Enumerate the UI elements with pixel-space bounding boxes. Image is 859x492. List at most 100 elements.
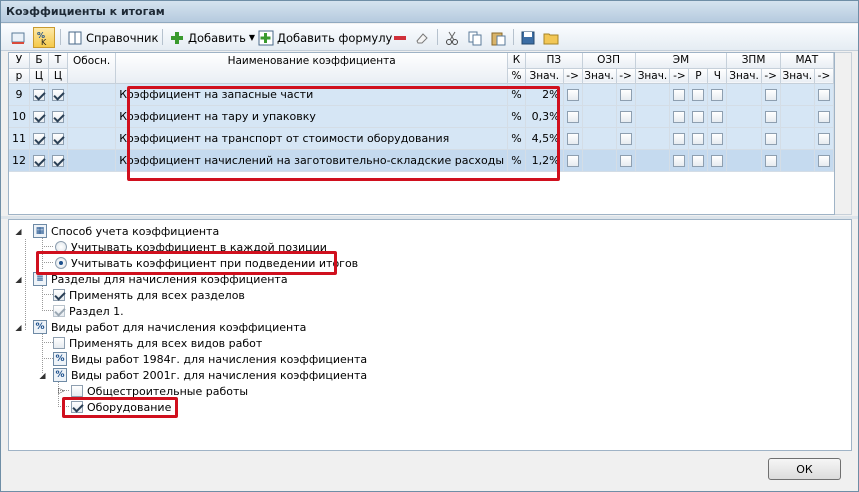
pz-arrow-checkbox[interactable]: [566, 132, 579, 145]
clear-button[interactable]: [411, 27, 433, 48]
mat-value-cell[interactable]: [780, 83, 815, 106]
paste-button[interactable]: [487, 27, 509, 48]
em-p-checkbox[interactable]: [692, 154, 705, 167]
col-k-header[interactable]: К: [507, 53, 526, 69]
ozp-arrow-checkbox[interactable]: [619, 132, 632, 145]
ozp-arrow-checkbox[interactable]: [619, 88, 632, 101]
reference-button[interactable]: Справочник: [64, 27, 161, 48]
collapse-arrow-icon[interactable]: ◢: [14, 323, 23, 332]
em-arrow-checkbox[interactable]: [673, 110, 686, 123]
basis-cell[interactable]: [67, 127, 117, 150]
ozp-value-cell[interactable]: [582, 83, 617, 106]
checkbox[interactable]: [71, 385, 83, 397]
edit-button[interactable]: [7, 27, 29, 48]
mat-value-cell[interactable]: [780, 127, 815, 150]
ozp-arrow-checkbox[interactable]: [619, 110, 632, 123]
em-ch-checkbox[interactable]: [711, 132, 724, 145]
b-checkbox[interactable]: [33, 110, 45, 123]
ozp-arrow-checkbox[interactable]: [619, 154, 632, 167]
b-checkbox[interactable]: [33, 132, 45, 145]
pz-arrow-checkbox[interactable]: [566, 154, 579, 167]
checkbox-label: Общестроительные работы: [87, 384, 249, 398]
zpm-value-cell[interactable]: [726, 127, 762, 150]
checkbox[interactable]: [53, 289, 65, 301]
toolbar: % K Справочник Добавить ▼ Добавить формул…: [1, 24, 858, 51]
checkbox-all-worktypes[interactable]: Применять для всех видов работ: [53, 335, 262, 351]
mat-value-cell[interactable]: [780, 105, 815, 128]
col-ozp-header[interactable]: ОЗП: [582, 53, 636, 69]
pz-arrow-checkbox[interactable]: [566, 88, 579, 101]
em-value-cell[interactable]: [635, 105, 671, 128]
em-ch-checkbox[interactable]: [711, 110, 724, 123]
em-value-cell[interactable]: [635, 83, 671, 106]
ozp-value-cell[interactable]: [582, 127, 617, 150]
em-value-cell[interactable]: [635, 149, 671, 172]
em-p-checkbox[interactable]: [692, 110, 705, 123]
zpm-arrow-checkbox[interactable]: [764, 132, 777, 145]
ok-button[interactable]: ОК: [768, 458, 841, 480]
col-basis-header[interactable]: Обосн.: [67, 53, 117, 84]
t-checkbox[interactable]: [52, 154, 64, 167]
em-ch-checkbox[interactable]: [711, 154, 724, 167]
zpm-arrow-checkbox[interactable]: [764, 88, 777, 101]
em-value-cell[interactable]: [635, 127, 671, 150]
add-formula-button[interactable]: Добавить формулу: [255, 27, 395, 48]
add-button[interactable]: Добавить ▼: [166, 27, 258, 48]
checkbox[interactable]: [53, 337, 65, 349]
mat-arrow-checkbox[interactable]: [817, 154, 830, 167]
basis-cell[interactable]: [67, 83, 117, 106]
collapse-arrow-icon[interactable]: ◢: [14, 227, 23, 236]
t-checkbox[interactable]: [52, 88, 64, 101]
tree-node-worktypes-1984[interactable]: % Виды работ 1984г. для начисления коэфф…: [53, 351, 367, 367]
zpm-value-cell[interactable]: [726, 105, 762, 128]
em-arrow-checkbox[interactable]: [673, 132, 686, 145]
zpm-value-cell[interactable]: [726, 83, 762, 106]
grid-scrollbar[interactable]: [835, 52, 852, 215]
tree-node-worktypes-2001[interactable]: % Виды работ 2001г. для начисления коэфф…: [53, 367, 367, 383]
em-arrow-checkbox[interactable]: [673, 88, 686, 101]
basis-cell[interactable]: [67, 105, 117, 128]
em-arrow-checkbox[interactable]: [673, 154, 686, 167]
mat-arrow-checkbox[interactable]: [817, 88, 830, 101]
ozp-value-cell[interactable]: [582, 149, 617, 172]
zpm-value-cell[interactable]: [726, 149, 762, 172]
delete-button[interactable]: [389, 27, 411, 48]
percent-coef-toggle[interactable]: % K: [33, 27, 55, 48]
basis-cell[interactable]: [67, 149, 117, 172]
em-p-checkbox[interactable]: [692, 88, 705, 101]
zpm-arrow-checkbox[interactable]: [764, 154, 777, 167]
save-button[interactable]: [517, 27, 539, 48]
checkbox[interactable]: [53, 305, 65, 317]
col-u-header[interactable]: У: [9, 53, 30, 69]
col-mat-header[interactable]: МАТ: [780, 53, 834, 69]
b-checkbox[interactable]: [33, 88, 45, 101]
col-pz-header[interactable]: ПЗ: [525, 53, 583, 69]
mat-arrow-checkbox[interactable]: [817, 110, 830, 123]
col-zpm-header[interactable]: ЗПМ: [726, 53, 781, 69]
t-checkbox[interactable]: [52, 110, 64, 123]
copy-button[interactable]: [464, 27, 486, 48]
tree-node-method[interactable]: ▦ Способ учета коэффициента: [33, 223, 219, 239]
tree-node-label: Виды работ для начисления коэффициента: [51, 320, 307, 334]
collapse-arrow-icon[interactable]: ◢: [14, 275, 23, 284]
t-checkbox[interactable]: [52, 132, 64, 145]
em-p-checkbox[interactable]: [692, 132, 705, 145]
col-b-header[interactable]: Б: [29, 53, 49, 69]
checkbox-all-sections[interactable]: Применять для всех разделов: [53, 287, 245, 303]
mat-value-cell[interactable]: [780, 149, 815, 172]
open-button[interactable]: [540, 27, 562, 48]
collapse-arrow-icon[interactable]: ◢: [38, 371, 47, 380]
col-name-header[interactable]: Наименование коэффициента: [115, 53, 509, 84]
cut-button[interactable]: [441, 27, 463, 48]
em-ch-checkbox[interactable]: [711, 88, 724, 101]
ozp-value-cell[interactable]: [582, 105, 617, 128]
col-em-header[interactable]: ЭМ: [635, 53, 728, 69]
checkbox-section-1[interactable]: Раздел 1.: [53, 303, 124, 319]
tree-node-worktypes[interactable]: % Виды работ для начисления коэффициента: [33, 319, 306, 335]
mat-arrow-checkbox[interactable]: [817, 132, 830, 145]
col-t-header[interactable]: Т: [48, 53, 68, 69]
zpm-arrow-checkbox[interactable]: [764, 110, 777, 123]
pz-arrow-checkbox[interactable]: [566, 110, 579, 123]
expand-arrow-icon[interactable]: ▷: [57, 386, 66, 395]
b-checkbox[interactable]: [33, 154, 45, 167]
